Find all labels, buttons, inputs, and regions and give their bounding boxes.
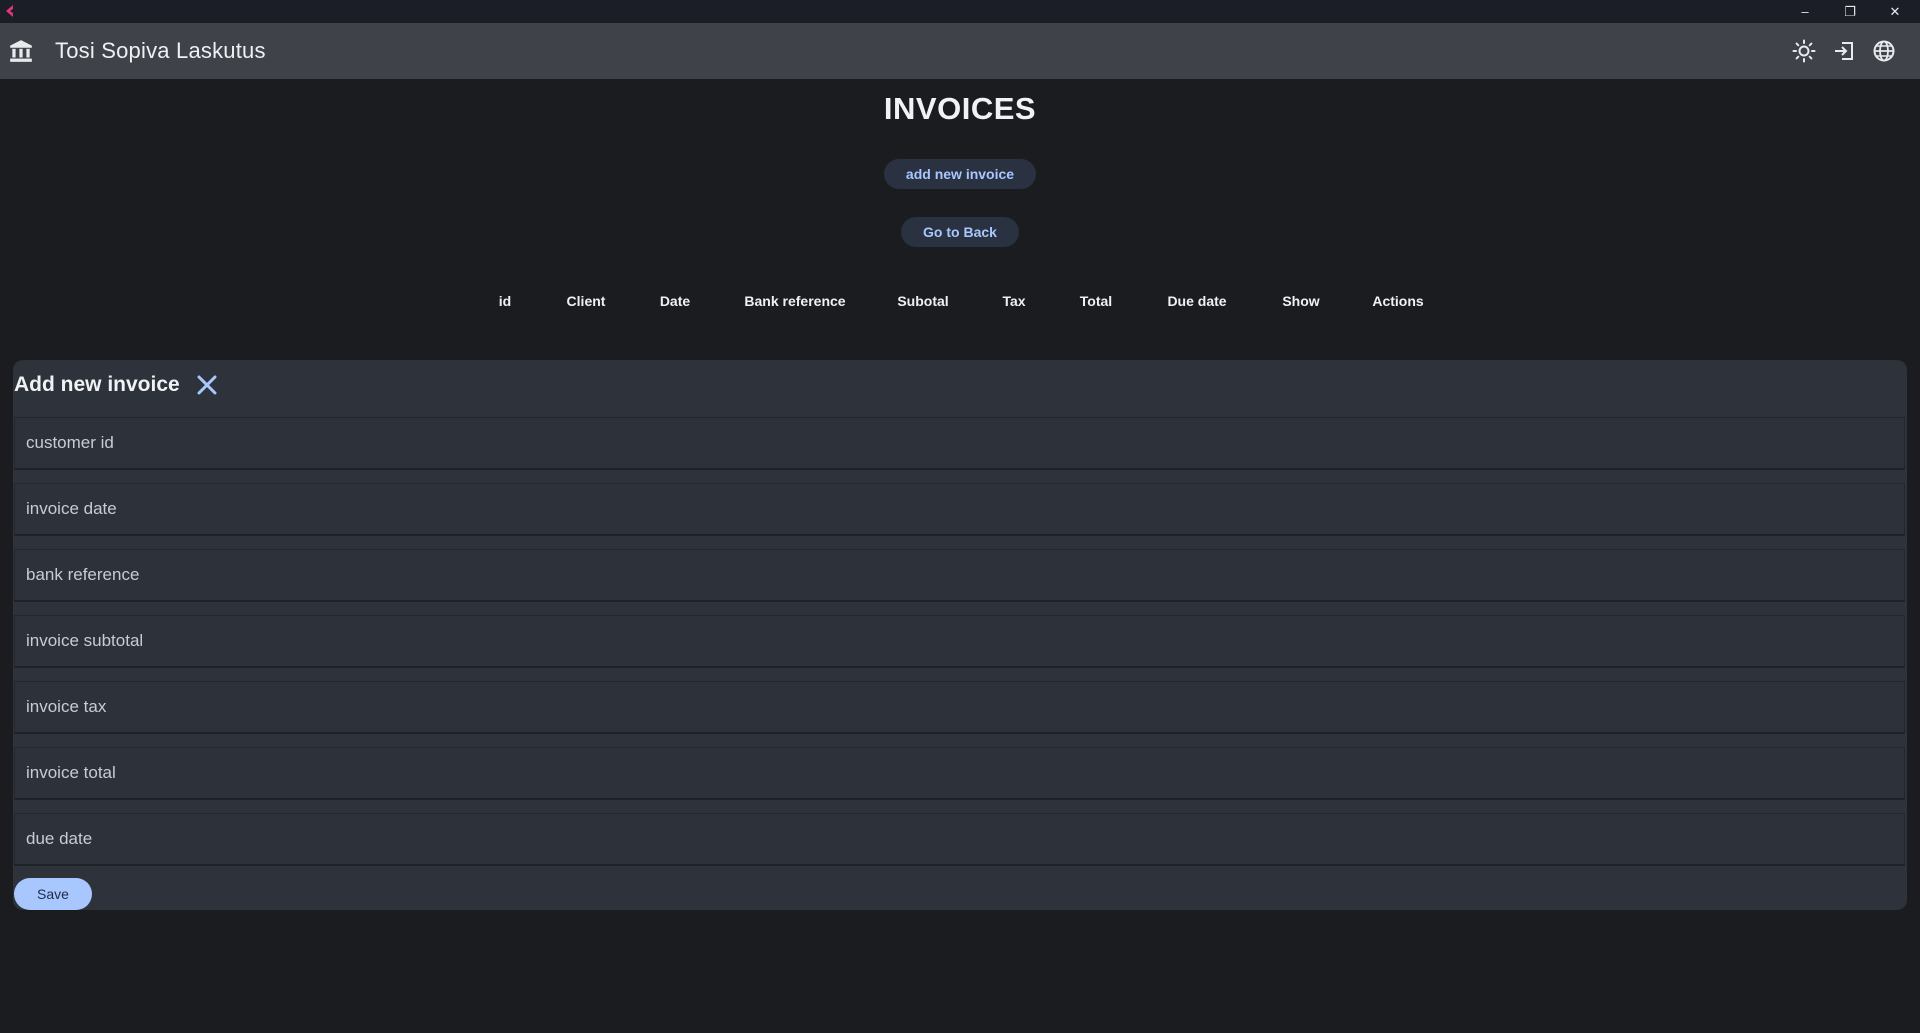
customer-id-field[interactable]: [14, 417, 1905, 470]
language-icon: [1873, 40, 1895, 62]
app-title: Tosi Sopiva Laskutus: [55, 38, 266, 63]
due-date-field[interactable]: [14, 813, 1905, 866]
go-back-button[interactable]: Go to Back: [901, 217, 1019, 247]
brightness-icon: [1792, 39, 1816, 63]
close-icon[interactable]: [194, 372, 220, 398]
logout-icon: [1835, 42, 1853, 60]
column-header-actions: Actions: [1372, 293, 1424, 309]
page-title: INVOICES: [883, 91, 1037, 126]
bank-icon[interactable]: [8, 38, 34, 64]
column-header-total: Total: [1079, 293, 1113, 309]
brightness-button[interactable]: [1790, 37, 1818, 65]
column-header-due-date: Due date: [1167, 293, 1227, 309]
invoice-tax-field[interactable]: [14, 681, 1905, 734]
add-invoice-dialog: Add new invoice Save: [13, 360, 1907, 910]
column-header-client: Client: [566, 293, 606, 309]
minimize-button[interactable]: –: [1782, 0, 1828, 23]
column-header-date: Date: [659, 293, 691, 309]
column-header-subtotal: Subotal: [897, 293, 949, 309]
dialog-title: Add new invoice: [14, 373, 180, 396]
window-close-button[interactable]: ✕: [1872, 0, 1918, 23]
invoice-table-header: id Client Date Bank reference Subotal Ta…: [0, 293, 1920, 313]
invoice-subtotal-input[interactable]: [15, 616, 1904, 666]
bank-reference-field[interactable]: [14, 549, 1905, 602]
language-button[interactable]: [1870, 37, 1898, 65]
column-header-tax: Tax: [1002, 293, 1026, 309]
save-button[interactable]: Save: [14, 878, 92, 910]
app-bar: Tosi Sopiva Laskutus: [0, 23, 1920, 79]
column-header-show: Show: [1282, 293, 1320, 309]
column-header-bank-reference: Bank reference: [744, 293, 846, 309]
due-date-input[interactable]: [15, 814, 1904, 864]
logout-button[interactable]: [1830, 37, 1858, 65]
invoice-date-input[interactable]: [15, 484, 1904, 534]
column-header-id: id: [498, 293, 512, 309]
invoice-subtotal-field[interactable]: [14, 615, 1905, 668]
app-logo-icon: [6, 5, 13, 17]
bank-reference-input[interactable]: [15, 550, 1904, 600]
customer-id-input[interactable]: [15, 418, 1904, 468]
restore-button[interactable]: ❐: [1827, 0, 1873, 23]
window-titlebar: – ❐ ✕: [0, 0, 1920, 23]
add-new-invoice-button[interactable]: add new invoice: [884, 159, 1036, 189]
invoice-date-field[interactable]: [14, 483, 1905, 536]
invoice-total-input[interactable]: [15, 748, 1904, 798]
invoice-tax-input[interactable]: [15, 682, 1904, 732]
invoice-total-field[interactable]: [14, 747, 1905, 800]
